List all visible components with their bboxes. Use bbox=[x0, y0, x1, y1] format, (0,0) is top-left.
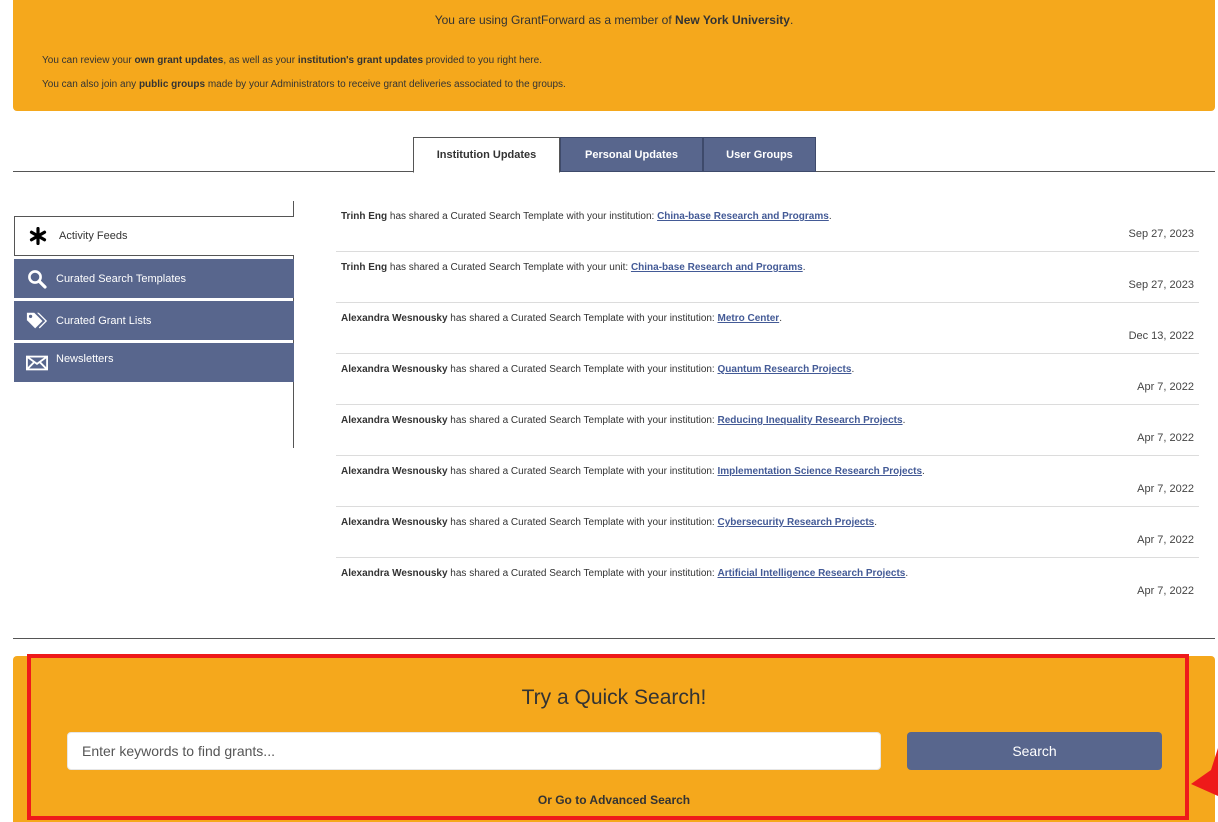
template-link[interactable]: Artificial Intelligence Research Project… bbox=[718, 568, 906, 579]
feed-text: Alexandra Wesnousky has shared a Curated… bbox=[341, 517, 877, 528]
feed-end: . bbox=[779, 313, 782, 324]
feed-date: Sep 27, 2023 bbox=[1128, 279, 1194, 291]
section-divider bbox=[13, 638, 1215, 639]
sidebar-item-label: Activity Feeds bbox=[59, 230, 128, 242]
sidebar-item-curated-search-templates[interactable]: Curated Search Templates bbox=[14, 259, 294, 298]
feed-item: Trinh Eng has shared a Curated Search Te… bbox=[336, 201, 1199, 252]
pointer-arrow-icon bbox=[1191, 748, 1218, 796]
feed-item: Alexandra Wesnousky has shared a Curated… bbox=[336, 354, 1199, 405]
feed-message: has shared a Curated Search Template wit… bbox=[447, 364, 718, 375]
feed-item: Alexandra Wesnousky has shared a Curated… bbox=[336, 456, 1199, 507]
feed-end: . bbox=[902, 415, 906, 426]
feed-actor: Trinh Eng bbox=[341, 262, 388, 273]
sidebar-item-curated-grant-lists[interactable]: Curated Grant Lists bbox=[14, 301, 294, 340]
info-line-updates: You can review your own grant updates, a… bbox=[42, 55, 542, 66]
feed-message: has shared a Curated Search Template wit… bbox=[447, 517, 718, 528]
side-nav: Activity Feeds Curated Search Templates … bbox=[14, 216, 294, 385]
membership-end: . bbox=[789, 13, 794, 27]
feed-date: Apr 7, 2022 bbox=[1137, 483, 1194, 495]
feed-message: has shared a Curated Search Template wit… bbox=[447, 415, 718, 426]
feed-actor: Alexandra Wesnousky bbox=[341, 415, 448, 426]
feed-date: Sep 27, 2023 bbox=[1128, 228, 1194, 240]
tab-user-groups[interactable]: User Groups bbox=[703, 137, 816, 172]
feed-actor: Trinh Eng bbox=[341, 211, 388, 222]
membership-line: You are using GrantForward as a member o… bbox=[13, 13, 1215, 27]
feed-end: . bbox=[828, 211, 832, 222]
template-link[interactable]: Metro Center bbox=[718, 313, 780, 324]
feed-message: has shared a Curated Search Template wit… bbox=[447, 313, 718, 324]
feed-text: Alexandra Wesnousky has shared a Curated… bbox=[341, 364, 854, 375]
feed-item: Trinh Eng has shared a Curated Search Te… bbox=[336, 252, 1199, 303]
feed-text: Alexandra Wesnousky has shared a Curated… bbox=[341, 466, 925, 477]
tags-icon bbox=[26, 311, 48, 331]
feed-date: Apr 7, 2022 bbox=[1137, 585, 1194, 597]
feed-text: Trinh Eng has shared a Curated Search Te… bbox=[341, 211, 832, 222]
feed-end: . bbox=[874, 517, 878, 528]
search-icon bbox=[26, 269, 48, 289]
tab-institution-updates[interactable]: Institution Updates bbox=[413, 137, 560, 173]
feed-message: has shared a Curated Search Template wit… bbox=[447, 568, 718, 579]
feed-item: Alexandra Wesnousky has shared a Curated… bbox=[336, 303, 1199, 354]
template-link[interactable]: China-base Research and Programs bbox=[631, 262, 803, 273]
activity-feed: Trinh Eng has shared a Curated Search Te… bbox=[336, 201, 1199, 609]
feed-text: Alexandra Wesnousky has shared a Curated… bbox=[341, 415, 905, 426]
template-link[interactable]: Cybersecurity Research Projects bbox=[718, 517, 875, 528]
feed-actor: Alexandra Wesnousky bbox=[341, 313, 448, 324]
tab-personal-updates[interactable]: Personal Updates bbox=[560, 137, 703, 172]
feed-actor: Alexandra Wesnousky bbox=[341, 517, 448, 528]
info-bold: own grant updates bbox=[134, 55, 224, 66]
sidebar-item-label: Newsletters bbox=[56, 353, 114, 365]
info-text: You can also join any bbox=[42, 79, 139, 90]
sidebar-item-newsletters[interactable]: Newsletters bbox=[14, 343, 294, 382]
feed-message: has shared a Curated Search Template wit… bbox=[447, 466, 718, 477]
feed-text: Alexandra Wesnousky has shared a Curated… bbox=[341, 313, 782, 324]
feed-actor: Alexandra Wesnousky bbox=[341, 466, 448, 477]
feed-item: Alexandra Wesnousky has shared a Curated… bbox=[336, 507, 1199, 558]
template-link[interactable]: Quantum Research Projects bbox=[718, 364, 852, 375]
sidebar-item-label: Curated Search Templates bbox=[56, 272, 187, 285]
feed-item: Alexandra Wesnousky has shared a Curated… bbox=[336, 558, 1199, 609]
template-link[interactable]: Reducing Inequality Research Projects bbox=[718, 415, 903, 426]
feed-item: Alexandra Wesnousky has shared a Curated… bbox=[336, 405, 1199, 456]
template-link[interactable]: China-base Research and Programs bbox=[657, 211, 829, 222]
membership-text: You are using GrantForward as a member o… bbox=[434, 13, 676, 27]
feed-end: . bbox=[851, 364, 855, 375]
feed-text: Trinh Eng has shared a Curated Search Te… bbox=[341, 262, 805, 273]
feed-end: . bbox=[802, 262, 806, 273]
feed-actor: Alexandra Wesnousky bbox=[341, 568, 448, 579]
info-text: made by your Administrators to receive g… bbox=[205, 79, 566, 90]
feed-date: Apr 7, 2022 bbox=[1137, 381, 1194, 393]
info-banner: You are using GrantForward as a member o… bbox=[13, 0, 1215, 111]
info-bold: institution's grant updates bbox=[297, 55, 424, 66]
feed-message: has shared a Curated Search Template wit… bbox=[387, 262, 631, 273]
info-text: You can review your bbox=[42, 55, 135, 66]
feed-text: Alexandra Wesnousky has shared a Curated… bbox=[341, 568, 908, 579]
asterisk-icon bbox=[27, 226, 49, 246]
highlight-box bbox=[27, 654, 1189, 820]
info-text: provided to you right here. bbox=[423, 55, 542, 66]
template-link[interactable]: Implementation Science Research Projects bbox=[718, 466, 923, 477]
feed-actor: Alexandra Wesnousky bbox=[341, 364, 448, 375]
updates-tabs: Institution Updates Personal Updates Use… bbox=[413, 137, 816, 173]
feed-date: Dec 13, 2022 bbox=[1128, 330, 1194, 342]
info-line-groups: You can also join any public groups made… bbox=[42, 79, 566, 90]
feed-end: . bbox=[905, 568, 909, 579]
sidebar-item-label: Curated Grant Lists bbox=[56, 314, 152, 327]
info-bold: public groups bbox=[138, 79, 206, 90]
feed-date: Apr 7, 2022 bbox=[1137, 534, 1194, 546]
institution-name: New York University bbox=[675, 13, 790, 27]
envelope-icon bbox=[26, 353, 48, 373]
feed-date: Apr 7, 2022 bbox=[1137, 432, 1194, 444]
info-text: , as well as your bbox=[223, 55, 298, 66]
feed-message: has shared a Curated Search Template wit… bbox=[387, 211, 658, 222]
feed-end: . bbox=[922, 466, 925, 477]
sidebar-item-activity-feeds[interactable]: Activity Feeds bbox=[14, 216, 294, 256]
